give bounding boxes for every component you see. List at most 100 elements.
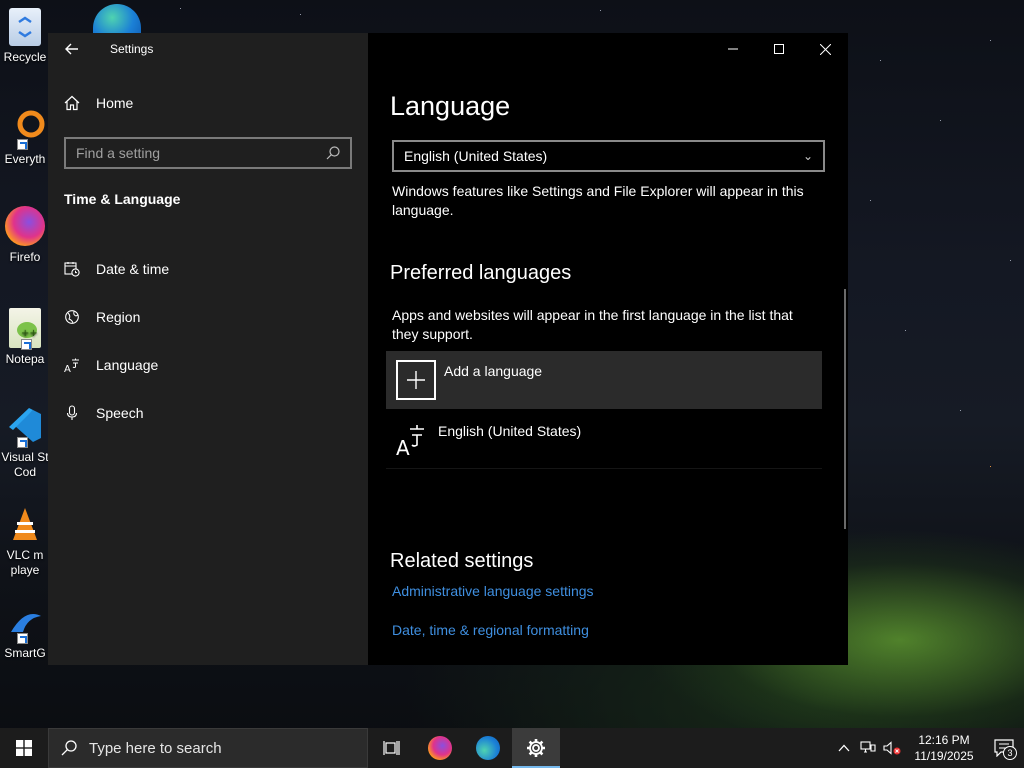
desktop-icon-label: SmartG (4, 646, 46, 660)
notepad-plus-plus-icon: ++ (9, 308, 41, 350)
settings-window: Settings Home Find a setting Time & Lang… (48, 33, 848, 665)
close-button[interactable] (802, 33, 848, 65)
section-heading: Time & Language (64, 191, 181, 207)
volume-muted-icon (883, 741, 901, 755)
desktop-icon-label: Visual St Cod (1, 450, 49, 479)
network-icon (860, 741, 876, 753)
vscode-icon (5, 406, 45, 448)
dropdown-selected-value: English (United States) (404, 148, 548, 164)
taskbar-firefox[interactable] (416, 728, 464, 768)
calendar-clock-icon (64, 262, 80, 277)
desktop-icon-notepad[interactable]: ++ Notepa (0, 308, 50, 367)
taskbar-clock[interactable]: 12:16 PM 11/19/2025 (908, 732, 980, 764)
display-language-dropdown[interactable]: English (United States) ⌄ (392, 140, 825, 172)
taskbar-search-placeholder: Type here to search (89, 739, 222, 757)
chevron-up-icon (838, 744, 850, 752)
svg-text:A: A (64, 364, 71, 373)
chevron-down-icon: ⌄ (802, 149, 813, 163)
desktop-icon-vlc[interactable]: VLC m playe (0, 504, 50, 578)
smartgit-icon (5, 602, 45, 644)
shortcut-arrow-icon (17, 437, 28, 448)
language-icon: A (396, 419, 436, 460)
desktop-icon-everything[interactable]: Everyth (0, 108, 50, 167)
desktop-icon-firefox[interactable]: Firefo (0, 206, 50, 265)
windows-logo-icon (16, 740, 32, 756)
network-button[interactable] (856, 728, 880, 768)
task-view-button[interactable] (368, 728, 416, 768)
settings-sidebar: Settings Home Find a setting Time & Lang… (48, 33, 368, 665)
preferred-languages-description: Apps and websites will appear in the fir… (392, 307, 793, 342)
home-icon (64, 95, 80, 111)
desktop-icon-label: Recycle (3, 50, 47, 64)
back-arrow-icon (65, 43, 78, 55)
everything-search-icon (5, 108, 45, 150)
language-list-item[interactable]: A English (United States) (386, 411, 822, 469)
minimize-button[interactable] (710, 33, 756, 65)
search-icon (61, 740, 77, 756)
plus-icon (396, 360, 436, 400)
sidebar-item-language[interactable]: A Language (64, 341, 354, 389)
add-language-label: Add a language (444, 363, 543, 379)
sidebar-item-region[interactable]: Region (64, 293, 354, 341)
preferred-languages-heading: Preferred languages (390, 262, 572, 284)
desktop-icon-recycle-bin[interactable]: Recycle (0, 8, 50, 65)
search-placeholder: Find a setting (76, 145, 161, 161)
settings-icon (527, 739, 545, 757)
maximize-button[interactable] (756, 33, 802, 65)
start-button[interactable] (0, 728, 48, 768)
home-label: Home (96, 95, 134, 111)
close-icon (819, 43, 831, 55)
firefox-icon (428, 736, 452, 760)
globe-icon (65, 310, 79, 324)
find-setting-search[interactable]: Find a setting (64, 137, 352, 169)
system-tray: 12:16 PM 11/19/2025 3 (832, 728, 1024, 768)
volume-button[interactable] (880, 728, 904, 768)
sidebar-item-label: Language (96, 357, 159, 373)
recycle-bin-icon (9, 8, 41, 46)
microphone-icon (66, 405, 78, 420)
desktop-icon-label: VLC m playe (6, 548, 44, 577)
sidebar-item-label: Speech (96, 405, 144, 421)
edge-icon (476, 736, 500, 760)
app-title: Settings (110, 42, 154, 56)
svg-text:++: ++ (21, 328, 38, 339)
action-center-button[interactable]: 3 (984, 728, 1024, 768)
desktop-icon-smartgit[interactable]: SmartG (0, 602, 50, 661)
search-icon (326, 146, 340, 160)
svg-text:A: A (396, 436, 410, 459)
show-hidden-icons-button[interactable] (832, 728, 856, 768)
task-view-icon (383, 741, 400, 755)
taskbar: Type here to search 12:16 PM 11/19/2025 … (0, 728, 1024, 768)
sidebar-item-speech[interactable]: Speech (64, 389, 354, 437)
add-language-button[interactable]: Add a language (386, 351, 822, 409)
sidebar-item-label: Region (96, 309, 141, 325)
taskbar-settings[interactable] (512, 728, 560, 768)
desktop-icon-vscode[interactable]: Visual St Cod (0, 406, 50, 480)
language-icon: A (64, 358, 79, 373)
back-button[interactable] (48, 33, 96, 65)
clock-date: 11/19/2025 (914, 749, 974, 763)
shortcut-arrow-icon (21, 339, 32, 350)
title-bar: Settings (48, 33, 368, 65)
home-nav-item[interactable]: Home (64, 95, 133, 111)
notification-count-badge: 3 (1003, 746, 1017, 760)
taskbar-search-box[interactable]: Type here to search (48, 728, 368, 768)
desktop-icon-label: Firefo (9, 250, 41, 264)
minimize-icon (728, 48, 738, 50)
page-title: Language (390, 91, 511, 121)
sidebar-item-date-time[interactable]: Date & time (64, 245, 354, 293)
related-settings-heading: Related settings (390, 550, 534, 572)
administrative-language-settings-link[interactable]: Administrative language settings (392, 583, 594, 599)
scrollbar[interactable] (844, 289, 846, 529)
taskbar-edge[interactable] (464, 728, 512, 768)
clock-time: 12:16 PM (918, 733, 970, 747)
desktop-icon-label: Notepa (5, 352, 45, 366)
window-controls (710, 33, 848, 65)
sidebar-nav: Date & time Region A Language Speech (64, 245, 354, 437)
sidebar-item-label: Date & time (96, 261, 170, 277)
desktop-icon-label: Everyth (4, 152, 46, 166)
settings-content: Language English (United States) ⌄ Windo… (368, 33, 848, 665)
shortcut-arrow-icon (17, 633, 28, 644)
vlc-icon (5, 504, 45, 544)
date-time-regional-formatting-link[interactable]: Date, time & regional formatting (392, 622, 589, 638)
